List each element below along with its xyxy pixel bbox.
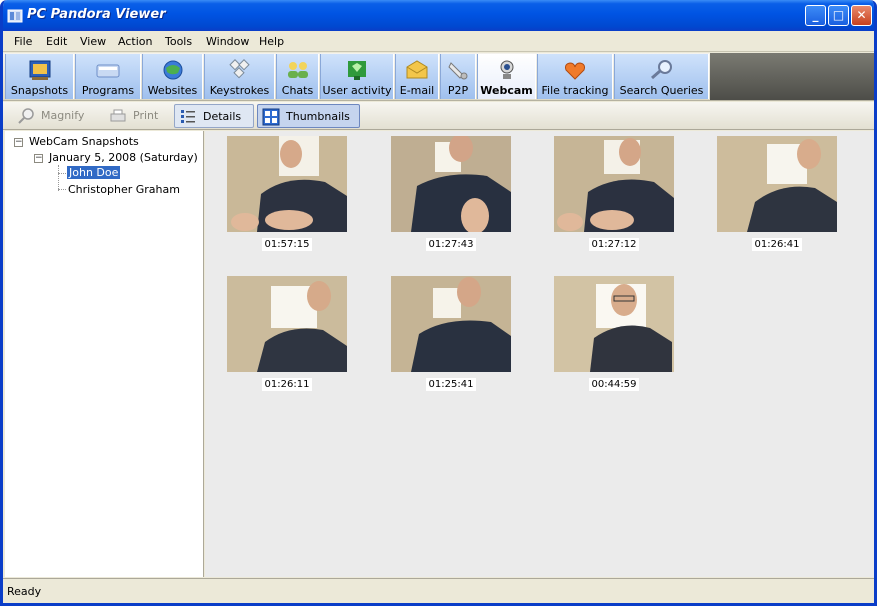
details-list-icon [181, 110, 195, 123]
window-title: PC Pandora Viewer [27, 7, 166, 22]
close-icon: ✕ [856, 8, 867, 22]
app-icon [7, 9, 23, 23]
snapshot-tree: − WebCam Snapshots − January 5, 2008 (Sa… [5, 131, 204, 577]
snapshot-time: 00:44:59 [554, 378, 674, 391]
tree-user-christopher-graham[interactable]: Christopher Graham [68, 183, 180, 196]
webcam-snapshot-image [227, 276, 347, 372]
menu-bar: File Edit View Action Tools Window Help [3, 31, 874, 52]
category-toolbar: Snapshots Programs Websites Keystrokes C… [3, 53, 874, 101]
snapshots-icon [29, 60, 50, 80]
thumbnails-icon [262, 108, 280, 126]
print-icon [110, 109, 126, 122]
snapshot-time: 01:57:15 [227, 238, 347, 251]
tool-email[interactable]: E-mail [395, 54, 439, 99]
status-bar: Ready [3, 578, 874, 603]
menu-edit[interactable]: Edit [46, 35, 67, 48]
menu-help[interactable]: Help [259, 35, 284, 48]
tool-search-queries[interactable]: Search Queries [614, 54, 709, 99]
tree-line [58, 173, 66, 174]
email-icon [406, 60, 428, 79]
search-queries-icon [650, 60, 672, 80]
print-button[interactable]: Print [105, 104, 167, 128]
tree-line [58, 189, 66, 190]
title-bar[interactable]: PC Pandora Viewer _ □ ✕ [3, 0, 874, 31]
snapshot-time: 01:25:41 [391, 378, 511, 391]
webcam-snapshot-image [554, 276, 674, 372]
toolbar-filler [710, 53, 874, 100]
websites-icon [163, 60, 182, 80]
thumbnails-button[interactable]: Thumbnails [257, 104, 360, 128]
snapshot-time: 01:26:11 [227, 378, 347, 391]
webcam-snapshot-image [391, 276, 511, 372]
status-text: Ready [7, 585, 42, 598]
tree-user-john-doe[interactable]: John Doe [67, 166, 121, 179]
snapshot-time: 01:27:12 [554, 238, 674, 251]
collapse-icon[interactable]: − [14, 138, 23, 147]
webcam-snapshot-image [554, 136, 674, 232]
snapshot-time: 01:26:41 [717, 238, 837, 251]
tool-programs[interactable]: Programs [75, 54, 141, 99]
menu-tools[interactable]: Tools [165, 35, 192, 48]
magnify-icon [18, 108, 34, 124]
tool-snapshots[interactable]: Snapshots [5, 54, 74, 99]
programs-icon [96, 64, 120, 78]
chats-icon [287, 62, 308, 78]
tool-file-tracking[interactable]: File tracking [537, 54, 613, 99]
webcam-snapshot-image [717, 136, 837, 232]
tool-websites[interactable]: Websites [142, 54, 203, 99]
view-toolbar: Magnify Print Details Thumbnails [3, 102, 874, 130]
p2p-icon [448, 62, 468, 80]
thumbnail-grid: 01:57:15 01:27:43 01:27:12 01:26:41 01:2… [205, 131, 874, 577]
menu-view[interactable]: View [80, 35, 106, 48]
maximize-button[interactable]: □ [828, 5, 849, 26]
app-window: PC Pandora Viewer _ □ ✕ File Edit View A… [0, 0, 877, 606]
collapse-icon[interactable]: − [34, 154, 43, 163]
keystrokes-icon [228, 59, 250, 79]
tool-user-activity[interactable]: User activity [320, 54, 394, 99]
snapshot-time: 01:27:43 [391, 238, 511, 251]
webcam-snapshot-image [391, 136, 511, 232]
webcam-icon [500, 60, 513, 79]
tree-line [58, 165, 59, 191]
tree-date-node[interactable]: January 5, 2008 (Saturday) [49, 151, 198, 164]
tree-root-webcam-snapshots[interactable]: WebCam Snapshots [29, 135, 139, 148]
magnify-button[interactable]: Magnify [13, 104, 99, 128]
menu-file[interactable]: File [14, 35, 32, 48]
menu-action[interactable]: Action [118, 35, 152, 48]
webcam-snapshot-image [227, 136, 347, 232]
minimize-button[interactable]: _ [805, 5, 826, 26]
menu-window[interactable]: Window [206, 35, 249, 48]
maximize-icon: □ [832, 8, 845, 22]
minimize-icon: _ [812, 8, 819, 22]
tool-p2p[interactable]: P2P [440, 54, 476, 99]
tool-webcam[interactable]: Webcam [477, 54, 536, 99]
close-button[interactable]: ✕ [851, 5, 872, 26]
details-button[interactable]: Details [174, 104, 254, 128]
user-activity-icon [348, 61, 366, 80]
tool-chats[interactable]: Chats [276, 54, 319, 99]
tool-keystrokes[interactable]: Keystrokes [204, 54, 275, 99]
file-tracking-icon [565, 62, 585, 80]
